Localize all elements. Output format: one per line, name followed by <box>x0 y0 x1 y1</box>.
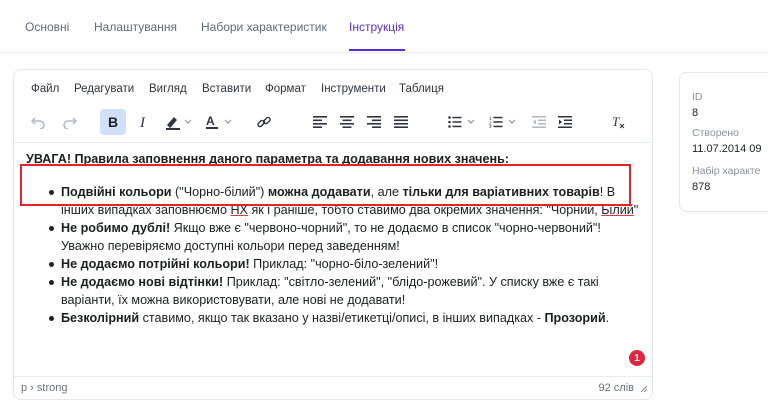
rule-text-bold: Не робимо дублі! <box>61 221 171 235</box>
menu-file[interactable]: Файл <box>31 83 59 95</box>
rule-text: Приклад: "чорно-біло-зелений"! <box>249 257 439 271</box>
rule-text-bold: Не додаємо потрійні кольори! <box>61 257 250 271</box>
rule-text: , але <box>370 185 403 199</box>
svg-text:I: I <box>139 115 146 129</box>
rule-text: ставимо, якщо так вказано у назві/етикет… <box>139 311 545 325</box>
list-item: Подвійні кольори ("Чорно-білий") можна д… <box>14 183 652 219</box>
rule-text: як і раніше, тобто ставимо два окремих з… <box>247 203 602 217</box>
id-value: 8 <box>692 107 699 119</box>
rule-text-bold: Прозорий <box>544 311 606 325</box>
characteristic-set-value: 878 <box>692 181 711 193</box>
outdent-icon[interactable] <box>529 109 549 135</box>
menu-view[interactable]: Вигляд <box>149 83 187 95</box>
rule-text-bold: Безколірний <box>61 311 140 325</box>
redo-icon[interactable] <box>58 109 82 135</box>
bullet-list-icon[interactable] <box>446 109 480 135</box>
text-color-button[interactable]: A <box>202 109 236 135</box>
resize-handle-icon[interactable] <box>640 385 648 393</box>
word-count[interactable]: 92 слів <box>599 382 635 394</box>
align-right-icon[interactable] <box>364 109 384 135</box>
rich-text-editor: Файл Редагувати Вигляд Вставити Формат І… <box>13 69 653 400</box>
menu-edit[interactable]: Редагувати <box>74 83 134 95</box>
align-left-icon[interactable] <box>310 109 330 135</box>
spellcheck-word: Білий <box>601 203 634 217</box>
italic-button[interactable]: I <box>133 109 155 135</box>
menu-tools[interactable]: Інструменти <box>321 83 386 95</box>
tab-settings[interactable]: Налаштування <box>94 20 177 34</box>
editor-statusbar: p › strong 92 слів <box>14 376 652 399</box>
instruction-heading: УВАГА! Правила заповнення даного парамет… <box>26 152 510 166</box>
editor-content[interactable]: УВАГА! Правила заповнення даного парамет… <box>14 142 652 378</box>
list-item: Безколірний ставимо, якщо так вказано у … <box>14 309 652 327</box>
notification-badge[interactable]: 1 <box>629 350 645 366</box>
tab-instruction[interactable]: Інструкція <box>349 20 404 34</box>
menu-table[interactable]: Таблиця <box>399 83 444 95</box>
element-path[interactable]: p › strong <box>21 382 67 394</box>
info-card: ID 8 Створено 11.07.2014 09 Набір характ… <box>679 72 768 212</box>
created-label: Створено <box>692 127 740 139</box>
tab-characteristic-sets[interactable]: Набори характеристик <box>201 20 327 34</box>
rule-text: . <box>605 311 610 325</box>
svg-text:B: B <box>108 115 118 129</box>
list-item: Не робимо дублі! Якщо вже є "червоно-чор… <box>14 219 652 255</box>
align-center-icon[interactable] <box>337 109 357 135</box>
characteristic-set-label: Набір характе <box>692 165 761 177</box>
tab-basic[interactable]: Основні <box>25 20 69 34</box>
tab-bar: Основні Налаштування Набори характеристи… <box>0 0 768 53</box>
created-value: 11.07.2014 09 <box>692 143 762 155</box>
editor-menubar: Файл Редагувати Вигляд Вставити Формат І… <box>14 70 652 106</box>
highlight-color-button[interactable] <box>162 109 196 135</box>
rule-text: ("Чорно-білий") <box>171 185 268 199</box>
svg-text:3: 3 <box>489 124 492 128</box>
list-item: Не додаємо нові відтінки! Приклад: "світ… <box>14 273 652 309</box>
numbered-list-icon[interactable]: 123 <box>487 109 521 135</box>
indent-icon[interactable] <box>555 109 575 135</box>
rule-text-bold: можна додавати <box>267 185 371 199</box>
menu-insert[interactable]: Вставити <box>202 83 251 95</box>
active-tab-indicator <box>349 49 405 51</box>
link-icon[interactable] <box>252 109 276 135</box>
rule-text-bold: Не додаємо нові відтінки! <box>61 275 224 289</box>
list-item: Не додаємо потрійні кольори! Приклад: "ч… <box>14 255 652 273</box>
bold-button[interactable]: B <box>100 109 126 135</box>
clear-formatting-icon[interactable]: T <box>607 109 629 135</box>
rule-text-bold: Подвійні кольори <box>61 185 172 199</box>
editor-toolbar: B I A 1 2 3 T <box>14 106 652 143</box>
align-justify-icon[interactable] <box>391 109 411 135</box>
svg-text:A: A <box>206 114 215 128</box>
menu-format[interactable]: Формат <box>265 83 306 95</box>
id-label: ID <box>692 91 703 103</box>
rule-text: " <box>633 203 639 217</box>
rule-text-bold: тільки для варіативних товарів <box>402 185 600 199</box>
rules-list: Подвійні кольори ("Чорно-білий") можна д… <box>14 183 652 327</box>
spellcheck-word: НХ <box>230 203 248 217</box>
undo-icon[interactable] <box>26 109 50 135</box>
svg-text:T: T <box>612 115 620 129</box>
